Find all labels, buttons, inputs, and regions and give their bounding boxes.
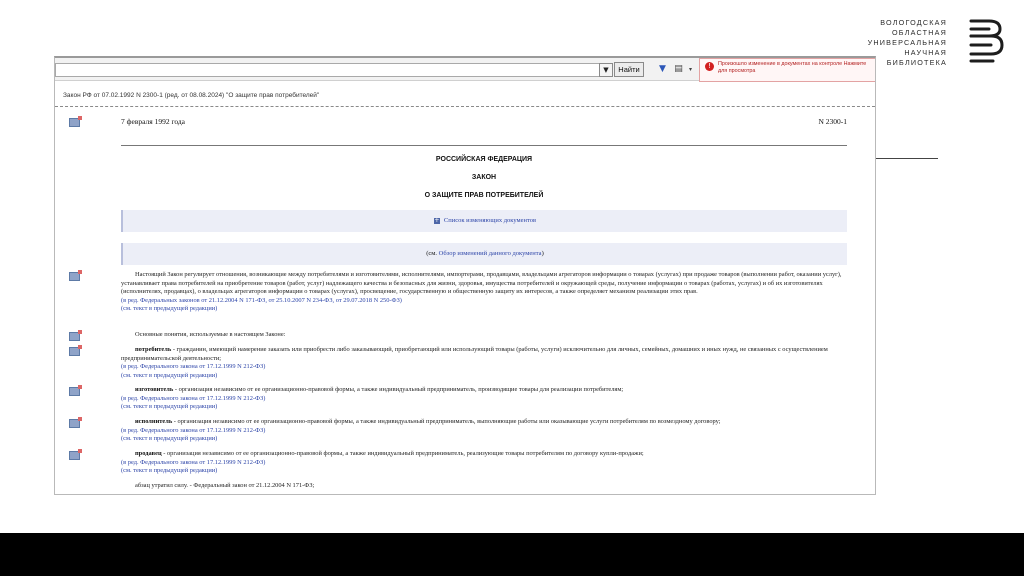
amendment-ref[interactable]: (в ред. Федерального закона от 17.12.199… [121, 395, 847, 404]
amendment-ref[interactable]: (в ред. Федеральных законов от 21.12.200… [121, 297, 847, 306]
paragraph-text: абзац утратил силу. - Федеральный закон … [135, 482, 315, 489]
find-button[interactable]: Найти [614, 62, 644, 77]
library-logo: ВОЛОГОДСКАЯ ОБЛАСТНАЯ УНИВЕРСАЛЬНАЯ НАУЧ… [868, 18, 1005, 68]
print-icon[interactable]: ▤ [673, 64, 684, 75]
bookmark-icon[interactable] [69, 385, 82, 396]
definition-term: потребитель [135, 346, 172, 353]
paragraph-text: Основные понятия, используемые в настоящ… [135, 331, 286, 338]
divider [55, 106, 875, 107]
definition-term: исполнитель [135, 418, 173, 425]
search-dropdown-button[interactable]: ▼ [599, 63, 613, 77]
notice-text: Произошло изменение в документах на конт… [718, 61, 867, 74]
expand-icon[interactable]: + [433, 218, 440, 224]
paragraph-text: - организация независимо от ее организац… [161, 450, 644, 457]
review-prefix: (см. [426, 250, 439, 257]
filter-icon[interactable]: ▼ [657, 64, 668, 75]
bottom-band [0, 533, 1024, 576]
paragraph-executor: исполнитель - организация независимо от … [121, 418, 847, 444]
review-suffix: ) [541, 250, 544, 257]
bookmark-icon[interactable] [69, 270, 82, 281]
paragraph-repealed: абзац утратил силу. - Федеральный закон … [121, 482, 847, 491]
previous-edition-text[interactable]: (см. текст в предыдущей редакции) [121, 372, 217, 379]
bookmark-icon[interactable] [69, 116, 82, 127]
previous-edition-ref[interactable]: (см. текст в предыдущей редакции) [121, 305, 847, 314]
definition-term: изготовитель [135, 386, 174, 393]
amendment-ref[interactable]: (в ред. Федерального закона от 17.12.199… [121, 363, 847, 372]
document-title: О ЗАЩИТЕ ПРАВ ПОТРЕБИТЕЛЕЙ [424, 192, 544, 199]
paragraph-text: - гражданин, имеющий намерение заказать … [121, 346, 828, 362]
review-box-content: (см. Обзор изменений данного документа) [123, 250, 847, 257]
bookmark-icon[interactable] [69, 449, 82, 460]
logo-line-4: НАУЧНАЯ [904, 48, 947, 57]
review-box: (см. Обзор изменений данного документа) [121, 243, 847, 265]
logo-line-3: УНИВЕРСАЛЬНАЯ [867, 38, 947, 47]
amendment-ref-text[interactable]: (в ред. Федерального закона от 17.12.199… [121, 459, 265, 466]
paragraph-text: Настоящий Закон регулирует отношения, во… [121, 271, 842, 295]
amendment-ref[interactable]: (в ред. Федерального закона от 17.12.199… [121, 427, 847, 436]
paragraph-text: - организация независимо от ее организац… [173, 386, 624, 393]
document-number: N 2300-1 [818, 117, 847, 126]
paragraph-text: - организация независимо от ее организац… [172, 418, 721, 425]
amendments-link[interactable]: Список изменяющих документов [444, 217, 536, 224]
change-notice[interactable]: ! Произошло изменение в документах на ко… [699, 58, 875, 82]
logo-text: ВОЛОГОДСКАЯ ОБЛАСТНАЯ УНИВЕРСАЛЬНАЯ НАУЧ… [868, 18, 947, 68]
amendments-box[interactable]: + Список изменяющих документов [121, 210, 847, 232]
document-name: Закон РФ от 07.02.1992 N 2300-1 (ред. от… [63, 92, 320, 99]
title-separator [121, 145, 847, 146]
definition-term: продавец [135, 450, 162, 457]
previous-edition-text[interactable]: (см. текст в предыдущей редакции) [121, 467, 217, 474]
bookmark-icon[interactable] [69, 417, 82, 428]
previous-edition-ref[interactable]: (см. текст в предыдущей редакции) [121, 372, 847, 381]
amendment-ref[interactable]: (в ред. Федерального закона от 17.12.199… [121, 459, 847, 468]
bookmark-icon[interactable] [69, 345, 82, 356]
logo-line-2: ОБЛАСТНАЯ [892, 28, 947, 37]
paragraph-seller: продавец - организация независимо от ее … [121, 450, 847, 476]
logo-mark-icon [969, 19, 1004, 63]
search-input[interactable] [55, 63, 601, 77]
document-country: РОССИЙСКАЯ ФЕДЕРАЦИЯ [435, 156, 533, 163]
previous-edition-text[interactable]: (см. текст в предыдущей редакции) [121, 435, 217, 442]
paragraph-manufacturer: изготовитель - организация независимо от… [121, 386, 847, 412]
amendment-ref-text[interactable]: (в ред. Федерального закона от 17.12.199… [121, 363, 265, 370]
amendment-ref-text[interactable]: (в ред. Федерального закона от 17.12.199… [121, 427, 265, 434]
document-type: ЗАКОН [471, 174, 497, 181]
previous-edition-ref[interactable]: (см. текст в предыдущей редакции) [121, 467, 847, 476]
bookmark-icon[interactable] [69, 330, 82, 341]
previous-edition-ref[interactable]: (см. текст в предыдущей редакции) [121, 403, 847, 412]
logo-line-5: БИБЛИОТЕКА [886, 58, 947, 67]
previous-edition-text[interactable]: (см. текст в предыдущей редакции) [121, 305, 217, 312]
amendment-ref-text[interactable]: (в ред. Федеральных законов от 21.12.200… [121, 297, 402, 304]
paragraph-definitions-intro: Основные понятия, используемые в настоящ… [121, 331, 847, 340]
review-link[interactable]: Обзор изменений данного документа [439, 250, 542, 257]
previous-edition-text[interactable]: (см. текст в предыдущей редакции) [121, 403, 217, 410]
chevron-down-icon[interactable]: ▾ [685, 64, 696, 75]
document-window: ▼ Найти ▼ ▤ ▾ ! Произошло изменение в до… [54, 56, 876, 495]
document-date: 7 февраля 1992 года [121, 117, 186, 126]
paragraph-consumer: потребитель - гражданин, имеющий намерен… [121, 346, 847, 380]
alert-icon: ! [705, 62, 714, 71]
amendments-box-content: + Список изменяющих документов [123, 217, 847, 224]
previous-edition-ref[interactable]: (см. текст в предыдущей редакции) [121, 435, 847, 444]
amendment-ref-text[interactable]: (в ред. Федерального закона от 17.12.199… [121, 395, 265, 402]
decorative-line [870, 158, 938, 159]
logo-line-1: ВОЛОГОДСКАЯ [880, 18, 947, 27]
toolbar: ▼ Найти ▼ ▤ ▾ ! Произошло изменение в до… [55, 58, 875, 82]
paragraph-scope: Настоящий Закон регулирует отношения, во… [121, 271, 847, 314]
